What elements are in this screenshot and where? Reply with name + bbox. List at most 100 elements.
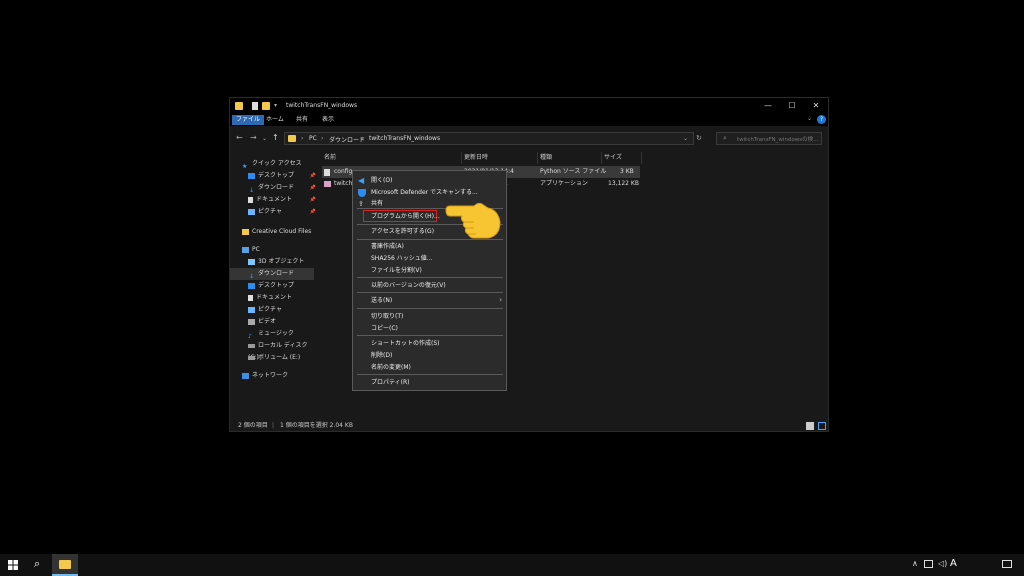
minimize-button[interactable]: —: [756, 98, 780, 114]
sidebar-item-local-disk[interactable]: ローカル ディスク (C:): [248, 340, 318, 361]
menu-item-rename[interactable]: 名前の変更(M): [371, 362, 411, 373]
window-title: twitchTransFN_windows: [286, 102, 358, 109]
breadcrumb-folder[interactable]: twitchTransFN_windows: [369, 135, 440, 142]
breadcrumb-separator: ›: [321, 135, 324, 142]
tab-view[interactable]: 表示: [318, 115, 338, 125]
explorer-taskbar-button[interactable]: [52, 554, 78, 576]
properties-icon[interactable]: [252, 102, 258, 110]
folder-icon: [59, 560, 71, 569]
defender-shield-icon: [358, 189, 366, 197]
download-icon: ↓: [248, 272, 255, 280]
help-icon[interactable]: ?: [817, 115, 826, 124]
forward-icon[interactable]: →: [250, 133, 257, 142]
breadcrumb-downloads[interactable]: ダウンロード: [329, 135, 365, 144]
sidebar-item-documents[interactable]: ドキュメント: [248, 292, 318, 304]
sidebar-item-downloads-pinned[interactable]: ↓ ダウンロード 📌: [248, 182, 318, 194]
details-view-icon[interactable]: [806, 422, 814, 430]
navigation-pane: ★ クイック アクセス デスクトップ 📌 ↓ ダウンロード 📌 ドキュメント 📌 ピクチャ…: [230, 150, 316, 420]
sidebar-item-desktop-pinned[interactable]: デスクトップ 📌: [248, 170, 318, 182]
menu-item-copy[interactable]: コピー(C): [371, 323, 398, 334]
sidebar-item-pictures-pinned[interactable]: ピクチャ 📌: [248, 206, 318, 218]
video-icon: [248, 318, 255, 325]
search-input[interactable]: ⌕ twitchTransFN_windowsの検...: [716, 132, 822, 145]
menu-item-delete[interactable]: 削除(D): [371, 350, 392, 361]
file-type: Python ソース ファイル: [540, 168, 607, 175]
start-icon[interactable]: [8, 560, 18, 570]
pin-icon: 📌: [309, 209, 316, 215]
sidebar-item-documents-pinned[interactable]: ドキュメント 📌: [248, 194, 318, 206]
column-header-date[interactable]: 更新日時: [462, 152, 538, 164]
menu-item-send-to[interactable]: 送る(N): [371, 295, 392, 306]
tab-share[interactable]: 共有: [292, 115, 312, 125]
taskbar: ⌕ ∧ ◁) A: [0, 554, 1024, 576]
network-icon: [242, 372, 249, 379]
search-icon: ⌕: [723, 134, 727, 142]
disk-icon: [248, 343, 255, 348]
menu-item-create-archive[interactable]: 書庫作成(A): [371, 241, 404, 252]
sidebar-item-3d-objects[interactable]: 3D オブジェクト: [248, 256, 318, 268]
customize-qat-icon[interactable]: ▾: [274, 102, 282, 110]
file-size: 13,122 KB: [608, 180, 639, 187]
network-tray-icon[interactable]: [924, 560, 933, 568]
refresh-icon[interactable]: ↻: [696, 134, 702, 142]
sidebar-item-desktop[interactable]: デスクトップ: [248, 280, 318, 292]
folder-icon: [288, 135, 296, 142]
navigation-bar: ← → ⌄ ↑ › PC › ダウンロード › twitchTransFN_wi…: [230, 126, 828, 150]
menu-separator: [357, 335, 503, 336]
menu-item-give-access[interactable]: アクセスを許可する(G): [371, 226, 434, 237]
vscode-icon: ◀: [358, 176, 365, 185]
maximize-button[interactable]: ☐: [780, 98, 804, 114]
tab-home[interactable]: ホーム: [262, 115, 288, 125]
search-icon[interactable]: ⌕: [34, 557, 40, 571]
menu-item-properties[interactable]: プロパティ(R): [371, 377, 410, 388]
new-folder-icon[interactable]: [262, 102, 270, 110]
items-count: 2 個の項目: [238, 422, 268, 429]
pin-icon: 📌: [309, 197, 316, 203]
picture-icon: [248, 306, 255, 313]
up-icon[interactable]: ↑: [272, 133, 279, 142]
column-header-type[interactable]: 種類: [538, 152, 602, 164]
status-separator: |: [272, 422, 275, 429]
sidebar-item-music[interactable]: ♪ ミュージック: [248, 328, 318, 340]
address-dropdown-icon[interactable]: ⌄: [683, 135, 688, 142]
file-size: 3 KB: [620, 168, 634, 175]
menu-item-sha256[interactable]: SHA256 ハッシュ値...: [371, 253, 433, 264]
sidebar-item-network[interactable]: ネットワーク: [242, 370, 312, 382]
menu-item-restore-previous[interactable]: 以前のバージョンの復元(V): [371, 280, 446, 291]
menu-item-split-file[interactable]: ファイルを分割(V): [371, 265, 422, 276]
selection-info: 1 個の項目を選択 2.04 KB: [280, 422, 353, 429]
address-bar[interactable]: › PC › ダウンロード › twitchTransFN_windows ⌄: [284, 132, 694, 145]
tab-file[interactable]: ファイル: [232, 115, 265, 125]
star-icon: ★: [242, 162, 248, 170]
volume-icon[interactable]: ◁): [938, 559, 947, 568]
sidebar-item-volume-e[interactable]: ボリューム (E:): [248, 352, 318, 364]
menu-separator: [357, 277, 503, 278]
sidebar-item-pictures[interactable]: ピクチャ: [248, 304, 318, 316]
menu-separator: [357, 292, 503, 293]
sidebar-item-pc[interactable]: PC: [242, 244, 312, 256]
recent-locations-icon[interactable]: ⌄: [262, 135, 267, 142]
large-icons-view-icon[interactable]: [818, 422, 826, 430]
python-file-icon: [324, 169, 330, 176]
column-header-size[interactable]: サイズ: [602, 152, 642, 164]
ime-indicator[interactable]: A: [950, 558, 957, 569]
menu-item-open[interactable]: 開く(O): [371, 175, 392, 186]
expand-ribbon-icon[interactable]: ⌄: [807, 115, 812, 122]
sidebar-item-quick-access[interactable]: ★ クイック アクセス: [242, 158, 312, 170]
share-icon: ⇪: [358, 200, 364, 208]
sidebar-item-videos[interactable]: ビデオ: [248, 316, 318, 328]
tray-overflow-icon[interactable]: ∧: [912, 559, 918, 568]
menu-item-cut[interactable]: 切り取り(T): [371, 311, 403, 322]
breadcrumb-pc[interactable]: PC: [309, 135, 317, 142]
back-icon[interactable]: ←: [236, 133, 243, 142]
sidebar-item-downloads[interactable]: ↓ ダウンロード: [230, 268, 314, 280]
column-header-name[interactable]: 名前: [322, 152, 462, 164]
menu-item-open-with[interactable]: プログラムから開く(H)...: [371, 211, 440, 222]
close-button[interactable]: ✕: [804, 98, 828, 114]
sidebar-item-creative-cloud[interactable]: Creative Cloud Files: [242, 226, 312, 238]
menu-item-create-shortcut[interactable]: ショートカットの作成(S): [371, 338, 440, 349]
desktop-icon: [248, 172, 255, 179]
search-placeholder: twitchTransFN_windowsの検...: [737, 137, 819, 143]
notification-icon[interactable]: [1002, 560, 1012, 568]
application-icon: [324, 181, 331, 187]
